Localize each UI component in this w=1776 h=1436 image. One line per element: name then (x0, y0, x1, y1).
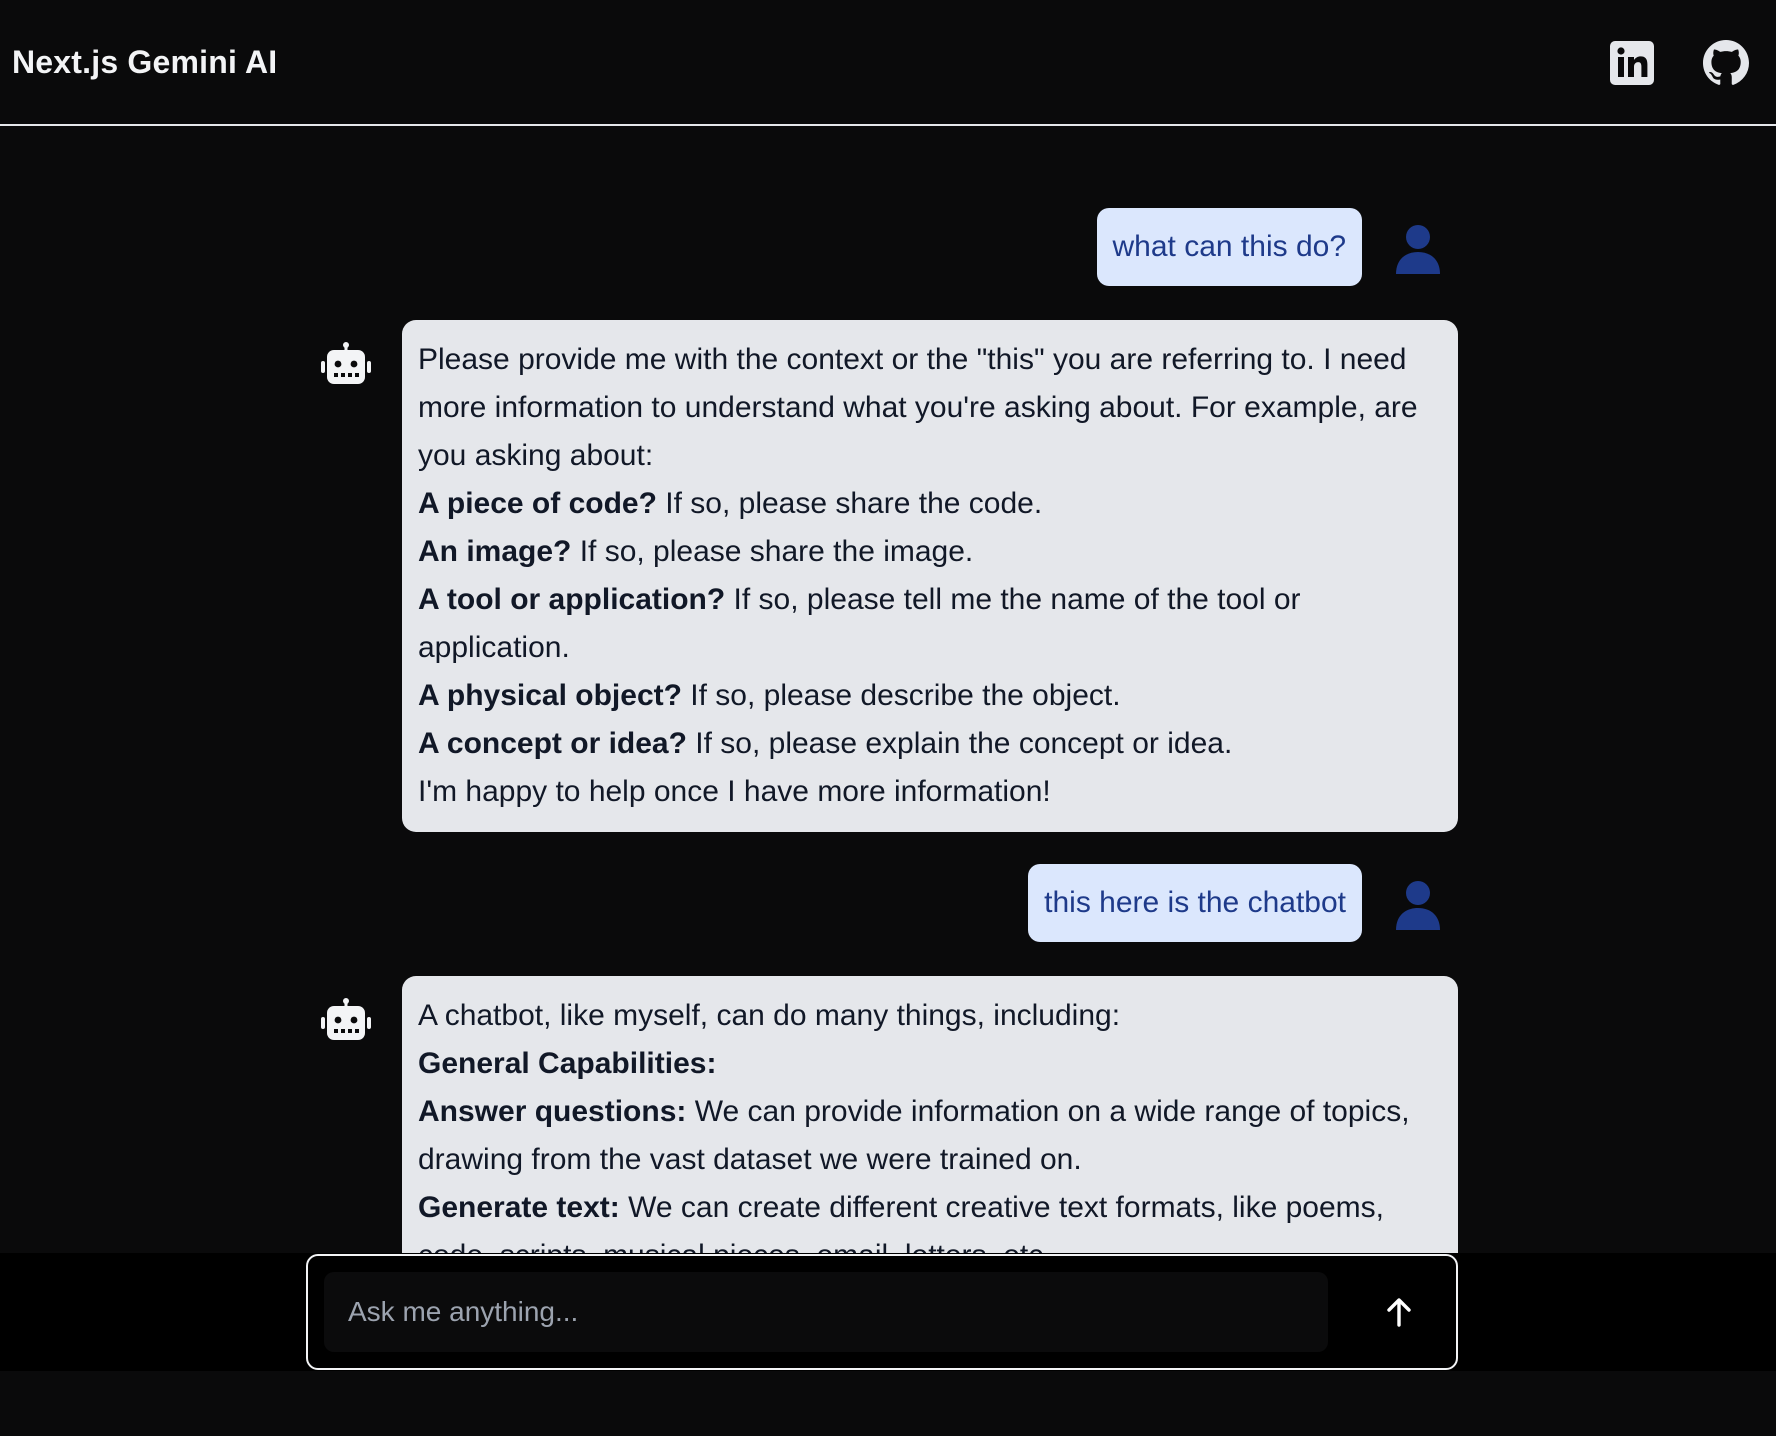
bot-line: I'm happy to help once I have more infor… (418, 775, 1051, 808)
linkedin-link[interactable] (1609, 40, 1655, 86)
bot-message-text: A chatbot, like myself, can do many thin… (402, 976, 1458, 1253)
user-message: this here is the chatbot (1028, 864, 1362, 942)
bot-line: An image? If so, please share the image. (418, 535, 974, 568)
app-header: Next.js Gemini AI (0, 0, 1776, 126)
github-link[interactable] (1703, 40, 1749, 86)
arrow-up-icon (1387, 1298, 1411, 1327)
bot-line: General Capabilities: (418, 1047, 717, 1080)
bot-line: Generate text: We can create different c… (418, 1191, 1384, 1253)
bot-message-text: Please provide me with the context or th… (402, 320, 1458, 832)
user-message-text: this here is the chatbot (1028, 864, 1362, 942)
bot-line: A concept or idea? If so, please explain… (418, 727, 1233, 760)
bot-line: Please provide me with the context or th… (418, 343, 1418, 472)
user-avatar-icon (1396, 881, 1440, 930)
chat-composer (306, 1254, 1458, 1370)
send-button[interactable] (1363, 1276, 1435, 1348)
bot-line: Answer questions: We can provide informa… (418, 1095, 1410, 1176)
chat-messages[interactable]: what can this do? Please provide me with… (0, 128, 1776, 1253)
bot-line: A piece of code? If so, please share the… (418, 487, 1043, 520)
github-icon (1703, 40, 1749, 85)
user-avatar-icon (1396, 225, 1440, 274)
message-input[interactable] (324, 1272, 1328, 1352)
user-message: what can this do? (1096, 208, 1362, 286)
page-footer-space (0, 1371, 1776, 1436)
linkedin-icon (1610, 41, 1654, 85)
bot-line: A physical object? If so, please describ… (418, 679, 1121, 712)
robot-icon (321, 998, 371, 1040)
app-title: Next.js Gemini AI (12, 44, 278, 80)
user-message-text: what can this do? (1096, 208, 1362, 286)
robot-icon (321, 342, 371, 384)
bot-line: A chatbot, like myself, can do many thin… (418, 999, 1121, 1032)
bot-line: A tool or application? If so, please tel… (418, 583, 1301, 664)
